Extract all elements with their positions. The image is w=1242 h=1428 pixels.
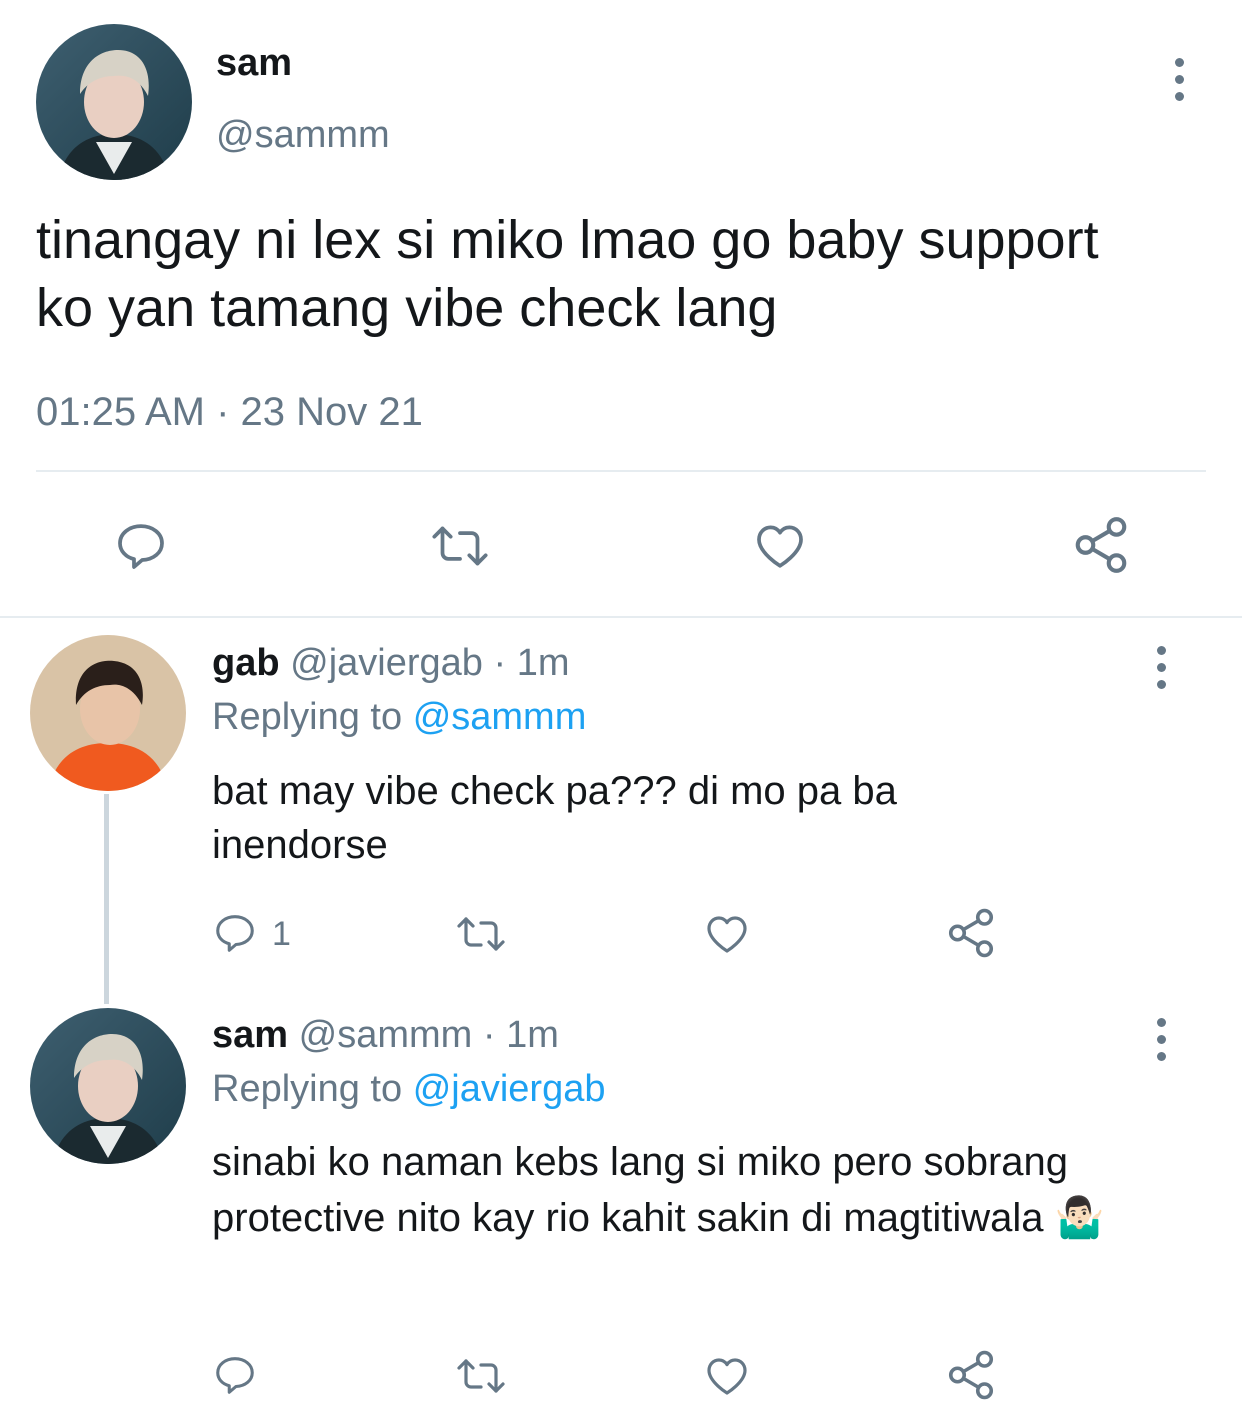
handle[interactable]: @sammm <box>299 1014 473 1056</box>
reply-icon[interactable] <box>212 1352 258 1398</box>
reply-icon[interactable] <box>212 910 258 956</box>
mention-link[interactable]: @javiergab <box>413 1068 606 1110</box>
avatar[interactable] <box>30 1008 186 1164</box>
share-icon[interactable] <box>1070 514 1132 576</box>
tweet-text-body: sinabi ko naman kebs lang si miko pero s… <box>212 1140 1069 1240</box>
like-icon[interactable] <box>702 1352 752 1400</box>
display-name[interactable]: sam <box>216 40 292 86</box>
reply-icon[interactable] <box>113 518 169 574</box>
display-name[interactable]: gab <box>212 642 280 684</box>
retweet-icon[interactable] <box>453 1352 509 1400</box>
replying-label: Replying to <box>212 696 403 738</box>
reply-time[interactable]: · 1m <box>483 1014 559 1056</box>
retweet-icon[interactable] <box>428 518 492 574</box>
more-icon[interactable] <box>1173 58 1185 109</box>
avatar[interactable] <box>30 635 186 791</box>
divider <box>0 616 1242 618</box>
reply-time[interactable]: · 1m <box>493 642 569 684</box>
tweet-text: sinabi ko naman kebs lang si miko pero s… <box>212 1134 1172 1246</box>
more-icon[interactable] <box>1155 1018 1167 1069</box>
shrug-emoji: 🤷🏻‍♂️ <box>1054 1196 1105 1240</box>
avatar[interactable] <box>36 24 192 180</box>
reply-header: sam @sammm · 1m <box>212 1012 559 1058</box>
share-icon[interactable] <box>944 906 998 960</box>
reply-count: 1 <box>272 915 291 953</box>
share-icon[interactable] <box>944 1348 998 1402</box>
reply-header: gab @javiergab · 1m <box>212 640 569 686</box>
mention-link[interactable]: @sammm <box>413 696 587 738</box>
thread-line <box>104 794 109 1004</box>
replying-to: Replying to @javiergab <box>212 1066 605 1112</box>
tweet-text: tinangay ni lex si miko lmao go baby sup… <box>36 210 1099 338</box>
timestamp[interactable]: 01:25 AM · 23 Nov 21 <box>36 388 423 436</box>
handle[interactable]: @javiergab <box>290 642 483 684</box>
more-icon[interactable] <box>1155 646 1167 697</box>
like-icon[interactable] <box>751 518 809 574</box>
divider <box>36 470 1206 472</box>
replying-label: Replying to <box>212 1068 403 1110</box>
like-icon[interactable] <box>702 910 752 958</box>
display-name[interactable]: sam <box>212 1014 288 1056</box>
retweet-icon[interactable] <box>453 910 509 958</box>
handle[interactable]: @sammm <box>216 112 390 158</box>
tweet-text: bat may vibe check pa??? di mo pa ba ine… <box>212 769 897 867</box>
replying-to: Replying to @sammm <box>212 694 586 740</box>
